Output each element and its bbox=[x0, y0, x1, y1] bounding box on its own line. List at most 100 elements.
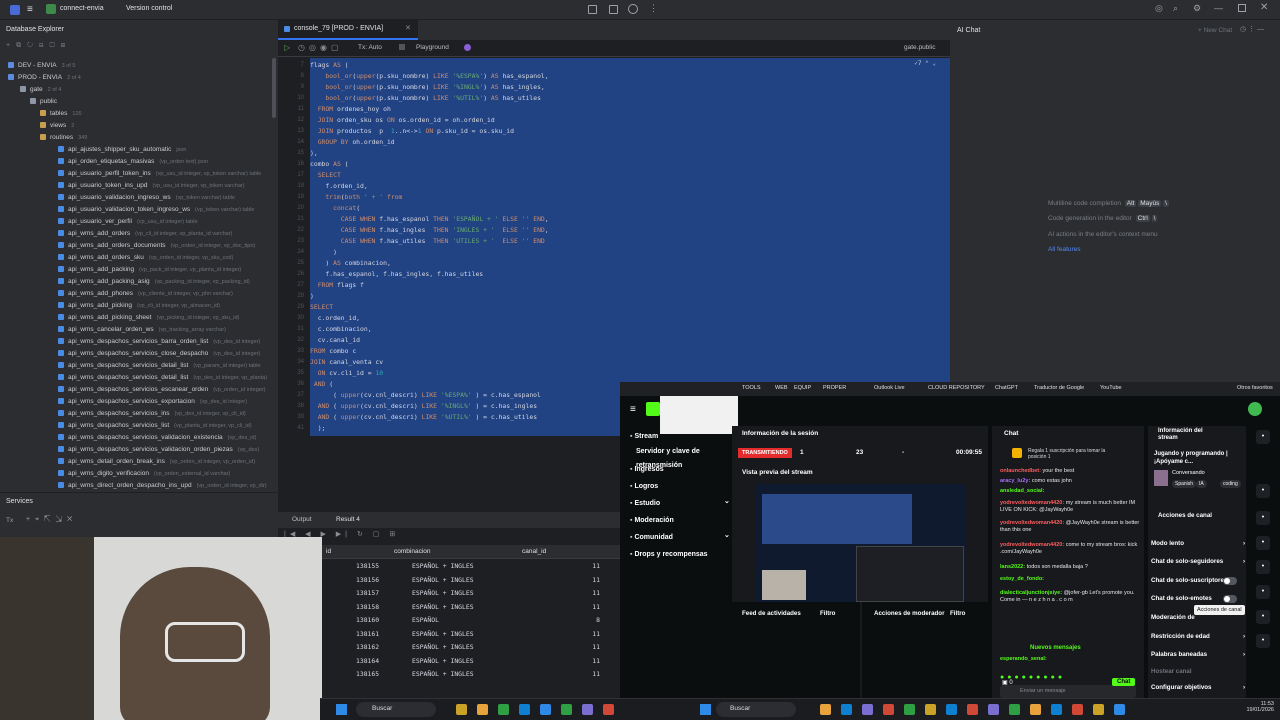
channel-action-item[interactable]: Palabras baneadas › bbox=[1151, 647, 1251, 663]
tree-item[interactable]: api_wms_digito_verificacion (vp_orden_ext… bbox=[0, 468, 230, 480]
bookmark-item[interactable]: ChatGPT bbox=[995, 385, 1018, 391]
result-cell[interactable]: ESPAÑOL + INGLES bbox=[412, 668, 474, 682]
version-control-menu[interactable]: Version control bbox=[126, 5, 172, 12]
ai-chat-settings-icon[interactable]: ◷ ⋮ — bbox=[1240, 25, 1264, 33]
stream-tag[interactable]: coding bbox=[1220, 480, 1241, 488]
chat-username[interactable]: lans2022: bbox=[1000, 564, 1025, 570]
kick-tool-icon[interactable]: • bbox=[1256, 511, 1270, 525]
tree-item[interactable]: api_wms_despachos_servicios_escanear_ord… bbox=[0, 384, 266, 396]
tree-item[interactable]: api_wms_cancelar_orden_ws (vp_tracking_ar… bbox=[0, 324, 226, 336]
kick-tool-icon[interactable]: • bbox=[1256, 610, 1270, 624]
taskbar-app-icon[interactable] bbox=[904, 704, 915, 715]
kick-nav-item[interactable]: ▪ Estudio ⌄ bbox=[630, 497, 730, 511]
result-cell[interactable]: 11 bbox=[592, 587, 600, 601]
channel-action-item[interactable]: Modo lento › bbox=[1151, 536, 1251, 552]
search-icon[interactable]: ⌕ bbox=[1173, 3, 1178, 14]
taskbar-app-icon[interactable] bbox=[456, 704, 467, 715]
taskbar-app-icon[interactable] bbox=[988, 704, 999, 715]
settings-gear-icon[interactable]: ⚙ bbox=[1193, 3, 1201, 14]
result-cell[interactable]: ESPAÑOL + INGLES bbox=[412, 587, 474, 601]
kick-menu-icon[interactable]: ≡ bbox=[630, 404, 636, 415]
stream-tag[interactable]: IA bbox=[1196, 480, 1207, 488]
tree-item[interactable]: api_orden_etiquetas_masivas (vp_orden tex… bbox=[0, 156, 208, 168]
chat-username[interactable]: yodrevoltedwoman4420: bbox=[1000, 542, 1064, 548]
tab-close-icon[interactable]: ✕ bbox=[405, 24, 411, 32]
taskbar-search-right[interactable]: Buscar bbox=[716, 702, 796, 717]
taskbar-app-icon[interactable] bbox=[841, 704, 852, 715]
tree-item[interactable]: gate 2 of 4 bbox=[0, 84, 61, 96]
tree-item[interactable]: api_usuario_perfil_token_ins (vp_usu_id i… bbox=[0, 168, 261, 180]
taskbar-app-icon[interactable] bbox=[1051, 704, 1062, 715]
tree-item[interactable]: api_wms_despachos_servicios_barra_orden_… bbox=[0, 336, 260, 348]
chat-send-button[interactable]: Chat bbox=[1112, 678, 1136, 686]
tree-item[interactable]: api_wms_despachos_servicios_close_despac… bbox=[0, 348, 260, 360]
result-cell[interactable]: 11 bbox=[592, 601, 600, 615]
tree-item[interactable]: api_wms_add_picking (vp_cli_id integer, v… bbox=[0, 300, 220, 312]
result-cell[interactable]: 138160 bbox=[356, 614, 379, 628]
tree-item[interactable]: api_wms_add_picking_sheet (vp_picking_id … bbox=[0, 312, 239, 324]
result-cell[interactable]: ESPAÑOL + INGLES bbox=[412, 641, 474, 655]
kick-tool-icon[interactable]: • bbox=[1256, 430, 1270, 444]
tree-item[interactable]: api_usuario_token_ins_upd (vp_usu_id inte… bbox=[0, 180, 245, 192]
taskbar-app-icon[interactable] bbox=[967, 704, 978, 715]
toggle-switch[interactable] bbox=[1223, 577, 1237, 585]
ai-icon[interactable] bbox=[464, 44, 471, 51]
taskbar-app-icon[interactable] bbox=[946, 704, 957, 715]
ai-assistant-icon[interactable]: ◎ bbox=[1155, 3, 1163, 14]
result-cell[interactable]: ESPAÑOL + INGLES bbox=[412, 574, 474, 588]
tree-item[interactable]: routines 349 bbox=[0, 132, 87, 144]
taskbar-app-icon[interactable] bbox=[561, 704, 572, 715]
sql-code-editor[interactable]: ✓7 ⌃ ⌄ flags AS ( bool_or(upper(p.sku_no… bbox=[310, 58, 950, 436]
chat-username[interactable]: onlaunchedbet: bbox=[1000, 468, 1041, 474]
col-canal-id[interactable]: canal_id bbox=[522, 548, 546, 555]
taskbar-app-icon[interactable] bbox=[540, 704, 551, 715]
tab-output[interactable]: Output bbox=[292, 516, 312, 523]
tree-item[interactable]: api_wms_add_phones (vp_cliente_id integer… bbox=[0, 288, 233, 300]
result-cell[interactable]: 138158 bbox=[356, 601, 379, 615]
bookmark-item[interactable]: WEB bbox=[775, 385, 788, 391]
result-cell[interactable]: 138155 bbox=[356, 560, 379, 574]
kick-nav-item[interactable]: ▪ Moderación bbox=[630, 514, 674, 528]
tree-item[interactable]: api_wms_despachos_servicios_detail_list (… bbox=[0, 360, 261, 372]
channel-action-item[interactable]: Configurar objetivos › bbox=[1151, 680, 1251, 696]
result-cell[interactable]: 11 bbox=[592, 628, 600, 642]
channel-action-item[interactable]: Chat de solo-suscriptores bbox=[1151, 573, 1251, 589]
col-combinacion[interactable]: combinacion bbox=[394, 548, 431, 555]
main-menu-icon[interactable]: ≡ bbox=[27, 4, 33, 15]
result-cell[interactable]: ESPAÑOL + INGLES bbox=[412, 601, 474, 615]
bookmark-item[interactable]: Otros favoritos bbox=[1237, 385, 1273, 391]
mod-filter[interactable]: Filtro bbox=[950, 610, 965, 617]
kick-tool-icon[interactable]: • bbox=[1256, 536, 1270, 550]
result-cell[interactable]: 138161 bbox=[356, 628, 379, 642]
chat-username[interactable]: yodrevoltedwoman4420: bbox=[1000, 520, 1064, 526]
chat-username[interactable]: dialecticaljunctionjsiye: bbox=[1000, 590, 1062, 596]
taskbar-app-icon[interactable] bbox=[820, 704, 831, 715]
stop-icon[interactable] bbox=[399, 44, 405, 50]
tree-item[interactable]: api_wms_despachos_servicios_ins (vp_des_i… bbox=[0, 408, 246, 420]
kick-tool-icon[interactable]: • bbox=[1256, 585, 1270, 599]
bookmark-item[interactable]: CLOUD REPOSITORY bbox=[928, 385, 985, 391]
taskbar-app-icon[interactable] bbox=[1114, 704, 1125, 715]
tree-item[interactable]: api_usuario_validacion_ingreso_ws (vp_tok… bbox=[0, 192, 235, 204]
new-messages-bar[interactable]: Nuevos mensajes bbox=[1030, 645, 1081, 651]
tree-item[interactable]: api_wms_despachos_servicios_validacion_o… bbox=[0, 444, 259, 456]
tree-item[interactable]: views 2 bbox=[0, 120, 74, 132]
tree-item[interactable]: api_wms_despachos_servicios_exportacion (… bbox=[0, 396, 247, 408]
result-cell[interactable]: 138162 bbox=[356, 641, 379, 655]
user-avatar[interactable] bbox=[1248, 402, 1262, 416]
kick-tool-icon[interactable]: • bbox=[1256, 484, 1270, 498]
taskbar-app-icon[interactable] bbox=[925, 704, 936, 715]
result-cell[interactable]: ESPAÑOL + INGLES bbox=[412, 560, 474, 574]
result-cell[interactable]: 11 bbox=[592, 668, 600, 682]
tree-item[interactable]: api_wms_despachos_servicios_detail_list (… bbox=[0, 372, 267, 384]
taskbar-app-icon[interactable] bbox=[883, 704, 894, 715]
tab-result-4[interactable]: Result 4 bbox=[336, 516, 360, 523]
tree-item[interactable]: api_wms_detail_orden_break_ins (vp_orden_… bbox=[0, 456, 255, 468]
result-cell[interactable]: ESPAÑOL bbox=[412, 614, 439, 628]
taskbar-app-icon[interactable] bbox=[1009, 704, 1020, 715]
inspection-widget[interactable]: ✓7 ⌃ ⌄ bbox=[914, 60, 936, 67]
channel-action-item[interactable]: Chat de solo-seguidores › bbox=[1151, 554, 1251, 570]
bookmark-item[interactable]: PROPER bbox=[823, 385, 846, 391]
kick-nav-item[interactable]: ▪ Comunidad ⌄ bbox=[630, 531, 730, 545]
kick-nav-item[interactable]: ▪ Ingresos bbox=[630, 463, 664, 477]
